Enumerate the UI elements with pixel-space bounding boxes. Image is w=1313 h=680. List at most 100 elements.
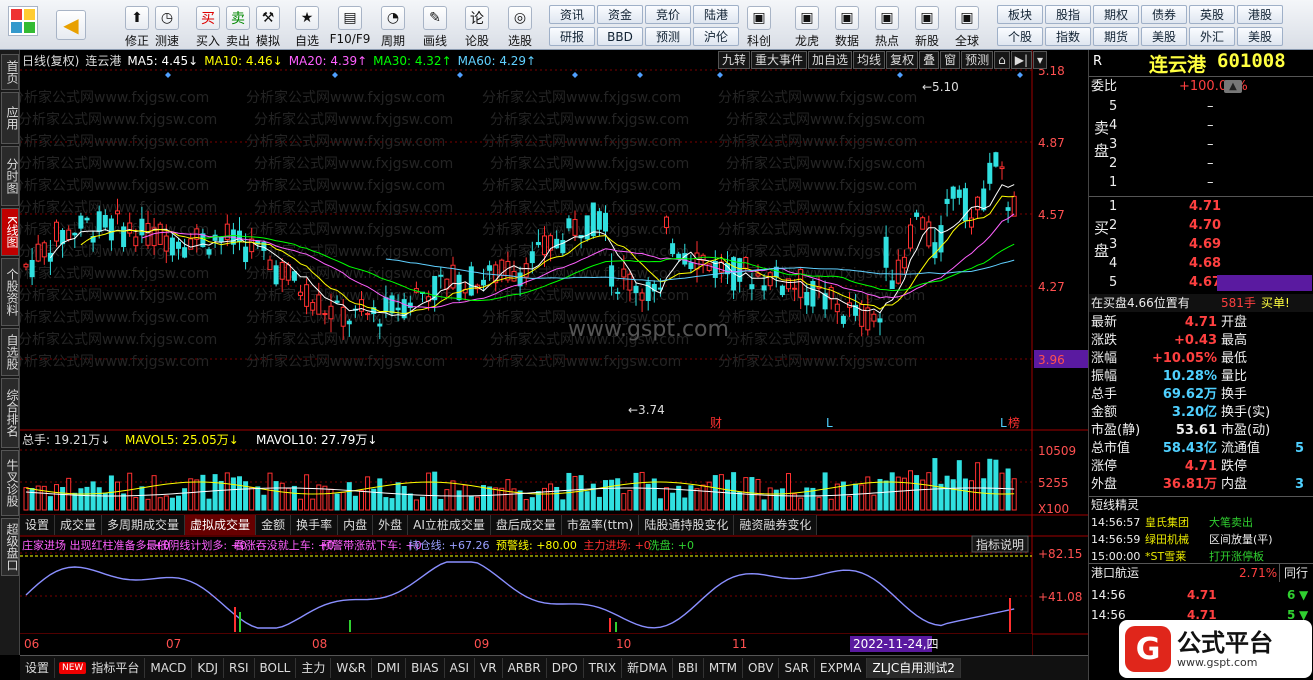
bottom-tab-20[interactable]: EXPMA	[815, 658, 868, 678]
bottom-tab-19[interactable]: SAR	[779, 658, 815, 678]
bottom-tab-4[interactable]: RSI	[224, 658, 255, 678]
quick-5-button[interactable]: ▣ 龙虎	[789, 2, 825, 49]
quick-bottom-3-button[interactable]: 沪伦	[693, 27, 739, 46]
quick-6-button[interactable]: ▣ 数据	[829, 2, 865, 49]
bottom-tab-21[interactable]: ZLJC自用测试2	[867, 658, 961, 678]
sidetab-2[interactable]: 分时图	[1, 146, 19, 206]
quick-top-11-button[interactable]: 股指	[1045, 5, 1091, 24]
chart-btn-4[interactable]: 复权	[886, 51, 919, 69]
quick-bottom-13-button[interactable]: 美股	[1141, 27, 1187, 46]
bottom-tab-9[interactable]: BIAS	[406, 658, 445, 678]
quick-top-14-button[interactable]: 英股	[1189, 5, 1235, 24]
quick-bottom-15-button[interactable]: 美股	[1237, 27, 1283, 46]
quick-7-button[interactable]: ▣ 热点	[869, 2, 905, 49]
indicator-tab-6[interactable]: 内盘	[338, 515, 374, 535]
period-button[interactable]: ◔ 周期	[378, 2, 408, 49]
indicator-tab-10[interactable]: 市盈率(ttm)	[562, 515, 640, 535]
quick-bottom-2-button[interactable]: 预测	[645, 27, 691, 46]
indicator-tab-7[interactable]: 外盘	[373, 515, 409, 535]
arrow-right-icon[interactable]: ▶|	[1010, 51, 1033, 69]
bottom-tab-15[interactable]: 新DMA	[622, 658, 673, 678]
indicator-tab-0[interactable]: 设置	[20, 515, 56, 535]
back-button[interactable]: ◀	[56, 6, 86, 40]
bottom-tab-5[interactable]: BOLL	[255, 658, 297, 678]
lock-icon[interactable]: ⌂	[994, 51, 1010, 69]
indicator-tab-4[interactable]: 金额	[256, 515, 292, 535]
sidetab-7[interactable]: 牛叉诊股	[1, 450, 19, 516]
indicator-tab-5[interactable]: 换手率	[291, 515, 339, 535]
dropdown-chevron-icon[interactable]: ▾	[1033, 51, 1048, 69]
fix-button[interactable]: ⬆ 修正	[122, 2, 152, 49]
quick-top-3-button[interactable]: 陆港	[693, 5, 739, 24]
test-button[interactable]: ◷ 测速	[152, 2, 182, 49]
bottom-tab-0[interactable]: 设置	[20, 658, 56, 678]
sidetab-5[interactable]: 自选股	[1, 328, 19, 376]
indicator-tab-11[interactable]: 陆股通持股变化	[639, 515, 735, 535]
bottom-tab-12[interactable]: ARBR	[503, 658, 547, 678]
chart-btn-1[interactable]: 重大事件	[751, 51, 808, 69]
bottom-tab-10[interactable]: ASI	[445, 658, 476, 678]
quick-top-13-button[interactable]: 债券	[1141, 5, 1187, 24]
quick-bottom-11-button[interactable]: 指数	[1045, 27, 1091, 46]
quick-bottom-0-button[interactable]: 研报	[549, 27, 595, 46]
quick-bottom-14-button[interactable]: 外汇	[1189, 27, 1235, 46]
chart-btn-3[interactable]: 均线	[853, 51, 886, 69]
sell-level-row: 5–	[1089, 98, 1313, 116]
quick-top-0-button[interactable]: 资讯	[549, 5, 595, 24]
indicator-tab-8[interactable]: AI立桩成交量	[408, 515, 491, 535]
chart-btn-0[interactable]: 九转	[718, 51, 751, 69]
bottom-tab-6[interactable]: 主力	[296, 658, 332, 678]
bottom-tab-13[interactable]: DPO	[547, 658, 584, 678]
chart-btn-6[interactable]: 窗	[940, 51, 961, 69]
peer-button[interactable]: 同行	[1279, 564, 1308, 582]
bottom-tab-18[interactable]: OBV	[743, 658, 780, 678]
bottom-tab-2[interactable]: MACD	[145, 658, 193, 678]
quick-top-1-button[interactable]: 资金	[597, 5, 643, 24]
quick-9-button[interactable]: ▣ 全球	[949, 2, 985, 49]
sell-button[interactable]: 卖卖出	[223, 2, 253, 49]
sidetab-6[interactable]: 综合排名	[1, 378, 19, 448]
collapse-chevron-icon[interactable]: ▲	[1224, 80, 1242, 93]
bottom-tab-8[interactable]: DMI	[372, 658, 407, 678]
quick-top-10-button[interactable]: 板块	[997, 5, 1043, 24]
sprite-row[interactable]: 14:56:59 绿田机械 区间放量(平)	[1089, 531, 1313, 549]
quick-bottom-10-button[interactable]: 个股	[997, 27, 1043, 46]
draw-button[interactable]: ✎ 画线	[420, 2, 450, 49]
bottom-tab-1[interactable]: 指标平台	[86, 658, 146, 678]
indicator-tab-9[interactable]: 盘后成交量	[491, 515, 562, 535]
quick-top-2-button[interactable]: 竞价	[645, 5, 691, 24]
sidetab-1[interactable]: 应用	[1, 92, 19, 144]
grid-menu-icon[interactable]	[8, 6, 38, 36]
quick-bottom-1-button[interactable]: BBD	[597, 27, 643, 46]
sidetab-0[interactable]: 首页	[1, 54, 19, 90]
indicator-tab-12[interactable]: 融资融券变化	[734, 515, 818, 535]
bottom-tab-16[interactable]: BBI	[673, 658, 704, 678]
indicator-tab-1[interactable]: 成交量	[55, 515, 103, 535]
indicator-tab-3[interactable]: 虚拟成交量	[185, 515, 257, 535]
sidetab-3[interactable]: K线图	[1, 208, 19, 256]
bottom-tab-17[interactable]: MTM	[704, 658, 743, 678]
quick-top-12-button[interactable]: 期权	[1093, 5, 1139, 24]
sprite-row[interactable]: 14:56:57 皇氏集团 大笔卖出	[1089, 514, 1313, 532]
f10-button[interactable]: ▤ F10/F9	[330, 2, 370, 46]
indicator-tab-2[interactable]: 多周期成交量	[102, 515, 186, 535]
kline-chart-area[interactable]: 分析家公式网www.fxjgsw.com 分析家公式网www.fxjgsw.com…	[20, 50, 1088, 655]
bottom-tab-3[interactable]: KDJ	[192, 658, 224, 678]
sidetab-4[interactable]: 个股资料	[1, 258, 19, 326]
buy-button[interactable]: 买买入	[193, 2, 223, 49]
watchlist-button[interactable]: ★ 自选	[292, 2, 322, 49]
quick-bottom-12-button[interactable]: 期货	[1093, 27, 1139, 46]
bottom-tab-11[interactable]: VR	[475, 658, 503, 678]
quick-top-15-button[interactable]: 港股	[1237, 5, 1283, 24]
bottom-tab-14[interactable]: TRIX	[584, 658, 623, 678]
simulate-button[interactable]: ⚒ 模拟	[253, 2, 283, 49]
select-stock-button[interactable]: ◎ 选股	[505, 2, 535, 49]
quick-4-button[interactable]: ▣ 科创	[741, 2, 777, 49]
chart-btn-7[interactable]: 预测	[961, 51, 994, 69]
sidetab-8[interactable]: 超级盘口	[1, 518, 19, 576]
chart-btn-2[interactable]: 加自选	[808, 51, 853, 69]
quick-8-button[interactable]: ▣ 新股	[909, 2, 945, 49]
chart-btn-5[interactable]: 叠	[919, 51, 940, 69]
stock-forum-button[interactable]: 论论股	[462, 2, 492, 49]
bottom-tab-7[interactable]: W&R	[331, 658, 372, 678]
